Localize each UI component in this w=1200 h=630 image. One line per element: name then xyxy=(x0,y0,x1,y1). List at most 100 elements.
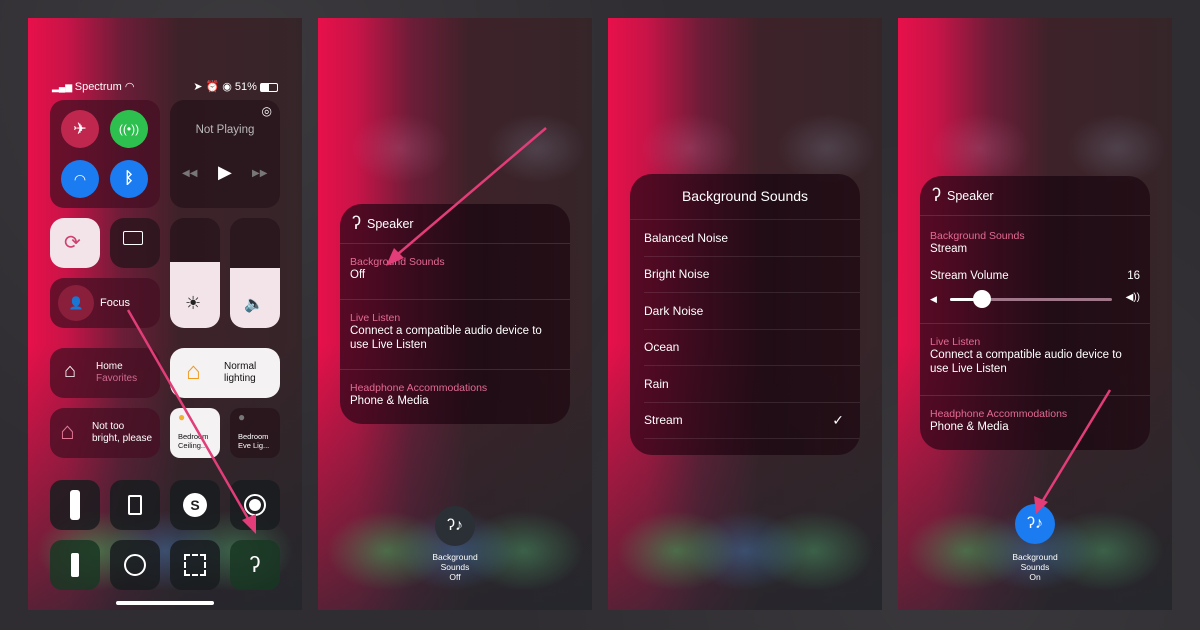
control-center-panel: ▂▄▆ Spectrum ◠ ➤ ⏰ ◉ 51% ✈ ((•)) ◠ ᛒ ◎ N… xyxy=(28,18,302,610)
flashlight-button[interactable] xyxy=(50,540,100,590)
scene-label: Not too xyxy=(92,421,125,432)
option-label: Balanced Noise xyxy=(644,230,729,245)
accessory-bedroom-eve-light[interactable]: ● Bedroom Eve Lig... xyxy=(230,408,280,458)
signal-icon: ▂▄▆ xyxy=(52,82,75,92)
option-label: Rain xyxy=(644,376,669,391)
checkmark-icon: ✓ xyxy=(832,411,844,428)
airplane-mode-button[interactable]: ✈ xyxy=(61,110,99,148)
play-icon[interactable]: ▶ xyxy=(218,162,232,183)
row-label: Background Sounds xyxy=(350,256,445,268)
toggle-state: Off xyxy=(449,572,461,582)
code-scanner-button[interactable] xyxy=(170,540,220,590)
menu-title: Background Sounds xyxy=(630,174,860,220)
orientation-lock-button[interactable]: ⟳ xyxy=(50,218,100,268)
brightness-slider[interactable]: ☀ xyxy=(170,218,220,328)
screen-mirroring-icon xyxy=(123,231,143,245)
stream-volume-slider[interactable] xyxy=(950,290,1112,308)
battery-icon xyxy=(260,82,278,92)
caption-line: Sounds xyxy=(1020,562,1050,572)
row-label: Background Sounds xyxy=(930,230,1025,242)
toggle-state: On xyxy=(1029,572,1041,582)
accessory-label: Eve Lig... xyxy=(238,441,270,450)
next-track-icon[interactable]: ▶▶ xyxy=(252,168,267,179)
cellular-data-button[interactable]: ((•)) xyxy=(110,110,148,148)
row-label: Live Listen xyxy=(930,336,981,348)
home-indicator[interactable] xyxy=(116,601,214,605)
status-right: ➤ ⏰ ◉ 51% xyxy=(193,80,278,93)
apple-tv-remote-button[interactable] xyxy=(50,480,100,530)
sound-option[interactable]: Rain xyxy=(644,366,860,403)
background-sounds-icon: ʔ♪ xyxy=(1027,515,1043,532)
option-label: Dark Noise xyxy=(644,303,704,318)
row-label: Live Listen xyxy=(350,312,401,324)
row-label: Headphone Accommodations xyxy=(930,408,1068,420)
row-label: Headphone Accommodations xyxy=(350,382,488,394)
airplay-icon[interactable]: ◎ xyxy=(262,104,272,118)
background-sounds-menu: Background Sounds Balanced Noise Bright N… xyxy=(630,174,860,455)
volume-label: Stream Volume xyxy=(930,270,1009,282)
sound-option[interactable]: Bright Noise xyxy=(644,257,860,293)
caption-line: Sounds xyxy=(440,562,470,572)
timer-button[interactable] xyxy=(110,540,160,590)
row-value: Stream xyxy=(930,243,968,255)
row-value: Connect a compatible audio device to use… xyxy=(930,349,1122,375)
slider-thumb[interactable] xyxy=(973,290,992,308)
sun-icon: ☀ xyxy=(185,293,202,313)
wifi-button[interactable]: ◠ xyxy=(61,160,99,198)
headphone-accommodations-row[interactable]: Headphone Accommodations Phone & Media xyxy=(340,370,570,424)
bluetooth-button[interactable]: ᛒ xyxy=(110,160,148,198)
background-sounds-toggle[interactable]: ʔ♪ xyxy=(1015,504,1055,544)
row-value: Phone & Media xyxy=(930,421,1009,433)
row-value: Off xyxy=(350,269,366,281)
sound-option[interactable]: Balanced Noise xyxy=(644,220,860,257)
background-sounds-row[interactable]: Background Sounds Stream xyxy=(920,216,1150,256)
module-header: ʔ Speaker xyxy=(920,176,1150,216)
background-sounds-caption: Background Sounds On xyxy=(995,552,1075,582)
shazam-button[interactable]: S xyxy=(170,480,220,530)
accessory-label: Bedroom xyxy=(178,432,209,441)
ear-icon: ʔ xyxy=(932,185,941,205)
option-label: Stream xyxy=(644,413,683,428)
menu-footer xyxy=(630,439,860,455)
qr-code-icon xyxy=(184,554,206,576)
headphone-accommodations-row[interactable]: Headphone Accommodations Phone & Media xyxy=(920,396,1150,450)
ear-icon: ʔ xyxy=(352,213,361,233)
hearing-button[interactable]: ʔ xyxy=(230,540,280,590)
wifi-status-icon: ◠ xyxy=(124,81,135,93)
speaker-icon: 🔈 xyxy=(244,296,264,313)
volume-value: 16 xyxy=(1127,270,1140,282)
home-favorites-button[interactable]: ⌂ Home Favorites xyxy=(50,348,160,398)
rotation-lock-icon: ◉ xyxy=(222,81,232,93)
sound-option[interactable]: Stream ✓ xyxy=(644,403,860,439)
scene-normal-lighting[interactable]: ⌂ Normal lighting xyxy=(170,348,280,398)
flashlight-icon xyxy=(71,553,79,577)
screen-recording-button[interactable] xyxy=(230,480,280,530)
background-sounds-toggle[interactable]: ʔ♪ xyxy=(435,506,475,546)
previous-track-icon[interactable]: ◀◀ xyxy=(182,168,197,179)
bulb-off-icon: ● xyxy=(238,410,246,424)
person-icon: 👤 xyxy=(68,296,84,310)
wifi-icon: ◠ xyxy=(73,170,87,187)
now-playing-module[interactable]: ◎ Not Playing ◀◀ ▶ ▶▶ xyxy=(170,100,280,208)
accessory-bedroom-ceiling[interactable]: ● Bedroom Ceiling... xyxy=(170,408,220,458)
row-value: Connect a compatible audio device to use… xyxy=(350,325,542,351)
scene-not-too-bright[interactable]: ⌂ Not too bright, please xyxy=(50,408,160,458)
rotation-lock-icon: ⟳ xyxy=(64,232,81,254)
caption-line: Background xyxy=(432,552,478,562)
focus-label: Focus xyxy=(100,297,130,309)
scene-label: bright, please xyxy=(92,433,153,444)
background-sounds-icon: ʔ♪ xyxy=(447,517,463,534)
sound-option[interactable]: Dark Noise xyxy=(644,293,860,330)
remote-icon xyxy=(70,490,80,520)
focus-button[interactable]: 👤 Focus xyxy=(50,278,160,328)
location-icon: ➤ xyxy=(193,81,203,93)
volume-slider[interactable]: 🔈 xyxy=(230,218,280,328)
volume-low-icon: ◀ xyxy=(930,294,937,304)
sound-option[interactable]: Ocean xyxy=(644,330,860,366)
record-icon xyxy=(244,494,266,516)
background-sounds-row[interactable]: Background Sounds Off xyxy=(340,244,570,300)
calculator-button[interactable] xyxy=(110,480,160,530)
screen-mirroring-button[interactable] xyxy=(110,218,160,268)
live-listen-row[interactable]: Live Listen Connect a compatible audio d… xyxy=(920,324,1150,396)
live-listen-row[interactable]: Live Listen Connect a compatible audio d… xyxy=(340,300,570,370)
